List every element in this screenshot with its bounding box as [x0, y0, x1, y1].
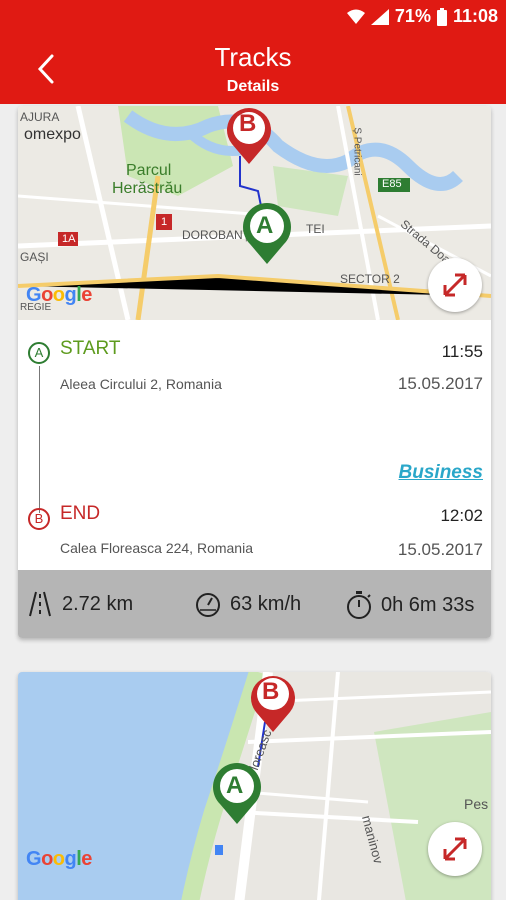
speed-value: 63 km/h	[230, 592, 302, 615]
start-marker: A	[28, 342, 50, 364]
google-logo: Google	[26, 284, 92, 306]
page-subtitle: Details	[226, 78, 280, 95]
speed-stat: 63 km/h	[194, 590, 301, 618]
end-pin-letter: B	[262, 678, 280, 705]
start-pin-letter: A	[256, 212, 274, 239]
distance-value: 2.72 km	[62, 592, 134, 615]
map-label: E85	[382, 178, 402, 190]
map-label: Pes	[464, 796, 489, 812]
end-marker: B	[28, 508, 50, 530]
start-address: Aleea Circului 2, Romania	[60, 376, 222, 392]
start-time: 11:55	[441, 342, 483, 361]
expand-map-button[interactable]	[428, 258, 482, 312]
battery-percent: 71%	[394, 6, 431, 26]
end-date: 15.05.2017	[397, 540, 483, 559]
page-title: Tracks	[214, 42, 292, 72]
google-logo: Google	[26, 848, 92, 870]
end-time: 12:02	[440, 506, 483, 525]
map-label: Ș Petricani	[351, 127, 363, 176]
start-label: START	[60, 338, 121, 359]
route-line	[39, 366, 40, 513]
clock: 11:08	[452, 6, 498, 26]
expand-icon	[443, 273, 467, 297]
track-card[interactable]: Pes Floreasc maninov B A Google	[18, 672, 491, 900]
map-label: GAȘI	[20, 250, 49, 264]
signal-icon	[370, 8, 389, 25]
map-label: Herăstrău	[112, 180, 183, 197]
expand-map-button[interactable]	[428, 822, 482, 876]
duration-stat: 0h 6m 33s	[345, 590, 474, 620]
speedometer-icon	[196, 593, 220, 617]
track-details: A B START Aleea Circului 2, Romania 11:5…	[18, 320, 491, 570]
track-map[interactable]: AJURA omexpo Parcul Herăstrău DOROBANȚI …	[18, 106, 491, 320]
map-label: AJURA	[20, 110, 60, 124]
start-date: 15.05.2017	[397, 374, 483, 393]
duration-value: 0h 6m 33s	[381, 593, 475, 616]
map-label: omexpo	[24, 126, 81, 143]
battery-icon	[436, 7, 447, 26]
map-label: 1A	[62, 233, 76, 245]
end-label: END	[60, 503, 101, 524]
start-pin-letter: A	[226, 772, 244, 799]
app-bar: Tracks Details	[0, 36, 506, 104]
road-icon	[29, 591, 51, 617]
map-label: TEI	[306, 222, 325, 236]
wifi-icon	[346, 9, 365, 24]
expand-icon	[443, 837, 467, 861]
category-link[interactable]: Business	[399, 462, 483, 484]
track-card[interactable]: AJURA omexpo Parcul Herăstrău DOROBANȚI …	[18, 106, 491, 638]
stopwatch-icon	[347, 591, 371, 619]
track-map[interactable]: Pes Floreasc maninov B A Google	[18, 672, 491, 900]
map-label: Parcul	[126, 162, 172, 179]
track-stats: 2.72 km 63 km/h 0h 6m 33s	[18, 570, 491, 638]
end-address: Calea Floreasca 224, Romania	[60, 540, 253, 556]
distance-stat: 2.72 km	[26, 590, 133, 618]
status-bar: 71% 11:08	[0, 0, 506, 36]
map-label: 1	[161, 216, 168, 228]
end-pin-letter: B	[239, 110, 257, 137]
map-label: SECTOR 2	[340, 272, 400, 286]
